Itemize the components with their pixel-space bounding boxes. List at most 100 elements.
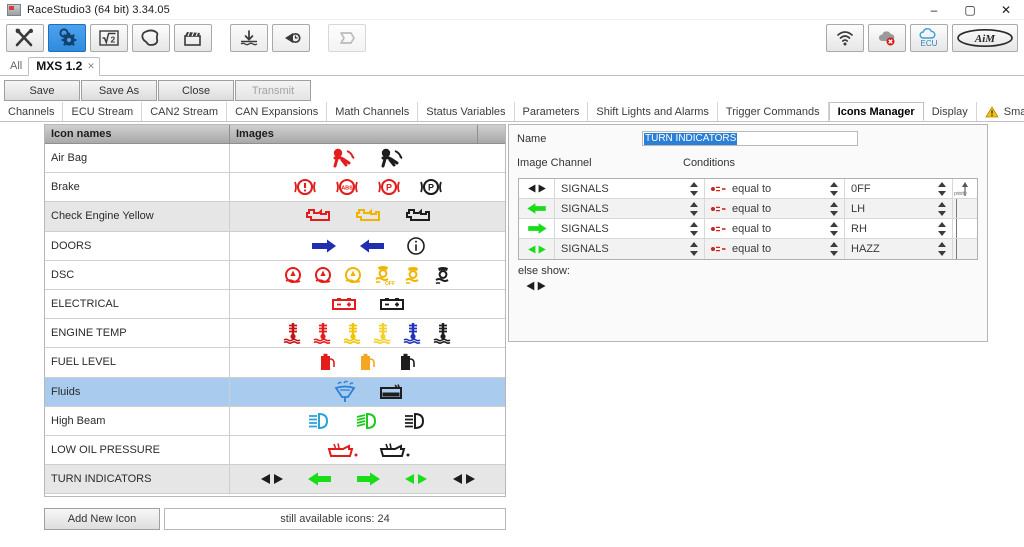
condition-image-cell[interactable] — [519, 239, 555, 259]
grid-header-icon-names[interactable]: Icon names — [45, 125, 230, 143]
table-row[interactable]: SIGNALS equal to HAZZ — [519, 239, 977, 259]
spinner-icon[interactable] — [938, 181, 947, 196]
condition-value-select[interactable]: LH — [845, 199, 953, 218]
spinner-icon[interactable] — [690, 201, 699, 216]
close-config-button[interactable]: Close — [158, 80, 234, 101]
tab-trigger-commands[interactable]: Trigger Commands — [718, 102, 829, 121]
oil-can-red-icon — [327, 443, 357, 457]
aim-logo-button[interactable]: AiM — [952, 24, 1018, 52]
condition-priority-cell[interactable]: priority — [953, 179, 977, 198]
spinner-icon[interactable] — [830, 242, 839, 256]
spinner-icon[interactable] — [830, 181, 839, 196]
spinner-icon[interactable] — [830, 201, 839, 216]
condition-image-cell[interactable] — [519, 179, 555, 198]
condition-channel-select[interactable]: SIGNALS — [555, 239, 705, 259]
tab-ecu-stream[interactable]: ECU Stream — [63, 102, 143, 121]
tab-status-variables[interactable]: Status Variables — [418, 102, 515, 121]
download-button[interactable] — [230, 24, 268, 52]
configurations-button[interactable] — [48, 24, 86, 52]
fuel-red-icon — [320, 354, 335, 371]
tab-parameters[interactable]: Parameters — [515, 102, 589, 121]
table-row[interactable]: SIGNALS equal to LH — [519, 199, 977, 219]
close-button[interactable]: ✕ — [988, 0, 1024, 20]
wifi-button[interactable] — [826, 24, 864, 52]
table-row[interactable]: Brake ABS P P — [45, 173, 505, 203]
condition-priority-cell[interactable] — [953, 199, 977, 218]
spinner-icon[interactable] — [690, 221, 699, 236]
svg-text:P: P — [427, 183, 433, 193]
grid-header-extra[interactable] — [478, 125, 505, 143]
tab-shift-lights-and-alarms[interactable]: Shift Lights and Alarms — [588, 102, 718, 121]
traction-off-yellow-icon: OFF — [374, 265, 395, 287]
spinner-icon[interactable] — [830, 221, 839, 236]
condition-operator-select[interactable]: equal to — [705, 199, 845, 218]
condition-value-select[interactable]: 0FF — [845, 179, 953, 198]
toolbar-right-group: ECU AiM — [822, 24, 1018, 52]
condition-value-select[interactable]: RH — [845, 219, 953, 238]
condition-priority-cell[interactable] — [953, 239, 977, 259]
else-show-image[interactable] — [523, 279, 549, 298]
table-row[interactable]: Fluids — [45, 377, 505, 407]
table-row[interactable]: Air Bag — [45, 144, 505, 174]
tools-button[interactable] — [6, 24, 44, 52]
table-row[interactable]: SIGNALS equal to 0FF priority — [519, 179, 977, 199]
table-row[interactable]: LOW OIL PRESSURE — [45, 435, 505, 466]
info-circle-black-icon — [406, 236, 425, 255]
window-title: RaceStudio3 (64 bit) 3.34.05 — [27, 3, 170, 16]
condition-image-cell[interactable] — [519, 219, 555, 238]
save-button[interactable]: Save — [4, 80, 80, 101]
movie-button[interactable] — [174, 24, 212, 52]
grid-header-images[interactable]: Images — [230, 125, 478, 143]
table-row[interactable]: Check Engine Yellow — [45, 202, 505, 232]
condition-value-select[interactable]: HAZZ — [845, 239, 953, 259]
condition-priority-cell[interactable] — [953, 219, 977, 238]
condition-channel-select[interactable]: SIGNALS — [555, 179, 705, 198]
transmit-button[interactable]: Transmit — [235, 80, 311, 101]
condition-operator-select[interactable]: equal to — [705, 179, 845, 198]
spinner-icon[interactable] — [938, 242, 947, 256]
icon-name-input[interactable]: TURN INDICATORS — [642, 131, 858, 146]
maximize-button[interactable]: ▢ — [952, 0, 988, 20]
spinner-icon[interactable] — [938, 201, 947, 216]
table-row[interactable]: DOORS — [45, 231, 505, 261]
window-controls: – ▢ ✕ — [916, 0, 1024, 20]
table-row[interactable]: FUEL LEVEL — [45, 348, 505, 378]
math-channels-button[interactable]: 2 — [90, 24, 128, 52]
minimize-button[interactable]: – — [916, 0, 952, 20]
tab-display[interactable]: Display — [924, 102, 977, 121]
condition-operator-value: equal to — [732, 182, 772, 195]
table-row[interactable]: TURN INDICATORS — [45, 465, 505, 495]
table-row[interactable]: High Beam — [45, 406, 505, 436]
tab-channels[interactable]: Channels — [0, 102, 64, 121]
table-row[interactable]: SIGNALS equal to RH — [519, 219, 977, 239]
condition-operator-select[interactable]: equal to — [705, 239, 845, 259]
spinner-icon[interactable] — [690, 242, 699, 256]
close-icon[interactable]: ✕ — [87, 60, 95, 73]
history-button[interactable] — [272, 24, 310, 52]
save-as-button[interactable]: Save As — [81, 80, 157, 101]
add-new-icon-button[interactable]: Add New Icon — [44, 508, 160, 530]
icon-row-images — [230, 144, 505, 172]
tab-smartycam[interactable]: SmartyCam — [977, 102, 1024, 121]
table-row[interactable]: ENGINE TEMP — [45, 319, 505, 349]
name-label: Name — [517, 133, 547, 145]
condition-channel-select[interactable]: SIGNALS — [555, 199, 705, 218]
condition-image-cell[interactable] — [519, 199, 555, 218]
tab-math-channels[interactable]: Math Channels — [327, 102, 419, 121]
spinner-icon[interactable] — [690, 181, 699, 196]
table-row[interactable]: DSC OFF — [45, 260, 505, 290]
tracks-button[interactable] — [132, 24, 170, 52]
tab-can2-stream[interactable]: CAN2 Stream — [142, 102, 228, 121]
tab-can-expansions[interactable]: CAN Expansions — [227, 102, 328, 121]
tab-icons-manager[interactable]: Icons Manager — [828, 102, 924, 121]
ecu-cloud-button[interactable]: ECU — [910, 24, 948, 52]
condition-operator-select[interactable]: equal to — [705, 219, 845, 238]
device-tab-mxs[interactable]: MXS 1.2 ✕ — [28, 57, 100, 76]
icon-row-images — [230, 290, 505, 318]
spinner-icon[interactable] — [938, 221, 947, 236]
cloud-offline-button[interactable] — [868, 24, 906, 52]
table-row[interactable]: ELECTRICAL — [45, 289, 505, 320]
condition-channel-select[interactable]: SIGNALS — [555, 219, 705, 238]
sync-button[interactable] — [328, 24, 366, 52]
device-tab-all[interactable]: All — [4, 58, 28, 75]
